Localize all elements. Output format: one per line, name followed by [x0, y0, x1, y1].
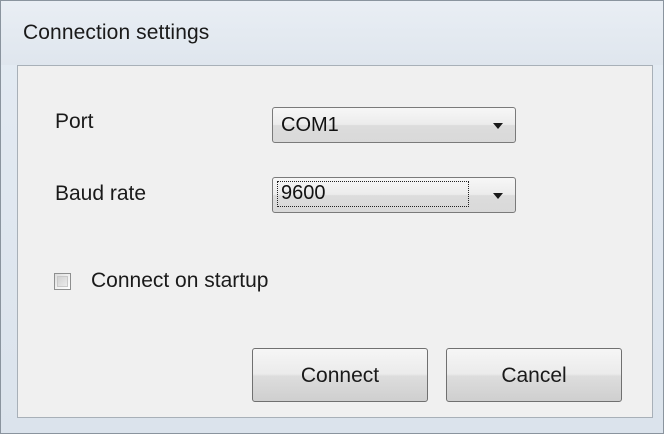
dialog-body: Port COM1 Baud rate 9600 Connect Cancel: [17, 65, 653, 418]
dialog-title: Connection settings: [23, 21, 210, 44]
connect-button[interactable]: Connect: [252, 348, 428, 402]
baud-rate-label: Baud rate: [55, 182, 147, 205]
connect-on-startup-label[interactable]: Connect on startup: [91, 269, 268, 293]
port-dropdown[interactable]: COM1: [272, 107, 516, 143]
title-bar: Connection settings: [1, 1, 663, 65]
cancel-button[interactable]: Cancel: [446, 348, 622, 402]
chevron-down-icon: [493, 123, 503, 129]
port-dropdown-value: COM1: [281, 114, 339, 136]
connection-settings-dialog: Connection settings Port COM1 Baud rate …: [0, 0, 664, 434]
connect-on-startup-checkbox[interactable]: [54, 273, 71, 290]
chevron-down-icon: [493, 193, 503, 199]
baud-rate-dropdown-value: 9600: [277, 181, 469, 207]
baud-rate-dropdown[interactable]: 9600: [272, 177, 516, 213]
port-label: Port: [55, 110, 94, 133]
